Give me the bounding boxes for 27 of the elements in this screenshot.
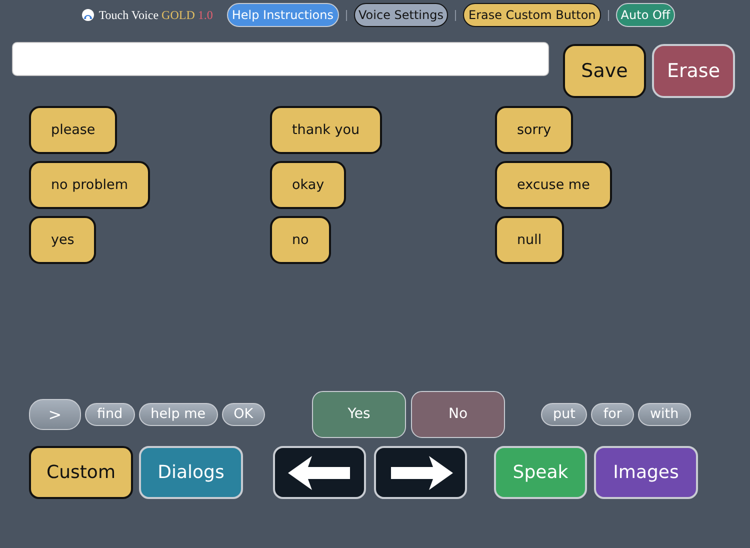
phrase-button[interactable]: sorry — [495, 106, 574, 154]
phrase-button[interactable]: thank you — [270, 106, 382, 154]
phrase-button[interactable]: no problem — [29, 161, 150, 209]
logo-icon — [80, 8, 95, 22]
answer-button[interactable]: Yes — [312, 390, 406, 438]
header-button[interactable]: Help Instructions — [226, 3, 339, 27]
nav-button[interactable]: Dialogs — [139, 446, 243, 499]
back-button[interactable] — [273, 446, 366, 499]
forward-button[interactable] — [374, 446, 467, 499]
nav-button[interactable]: Custom — [29, 446, 133, 499]
header-button[interactable]: Auto Off — [616, 3, 676, 27]
text-input-field[interactable] — [12, 42, 549, 76]
header-button[interactable]: Erase Custom Button — [463, 3, 601, 27]
action-button[interactable]: Erase — [652, 44, 735, 98]
phrase-button[interactable]: okay — [270, 161, 346, 209]
phrase-button[interactable]: please — [29, 106, 118, 154]
right-arrow-icon — [388, 456, 452, 490]
header-button[interactable]: Voice Settings — [354, 3, 448, 27]
nav-button[interactable]: Images — [594, 446, 698, 499]
action-button[interactable]: Save — [563, 44, 646, 98]
app-title: Touch Voice GOLD 1.0 — [98, 8, 213, 22]
left-arrow-icon — [288, 456, 352, 490]
phrase-button[interactable]: excuse me — [495, 161, 612, 209]
phrase-button[interactable]: no — [270, 216, 331, 264]
phrase-button[interactable]: yes — [29, 216, 96, 264]
phrase-button[interactable]: null — [495, 216, 564, 264]
answer-button[interactable]: No — [411, 390, 505, 438]
